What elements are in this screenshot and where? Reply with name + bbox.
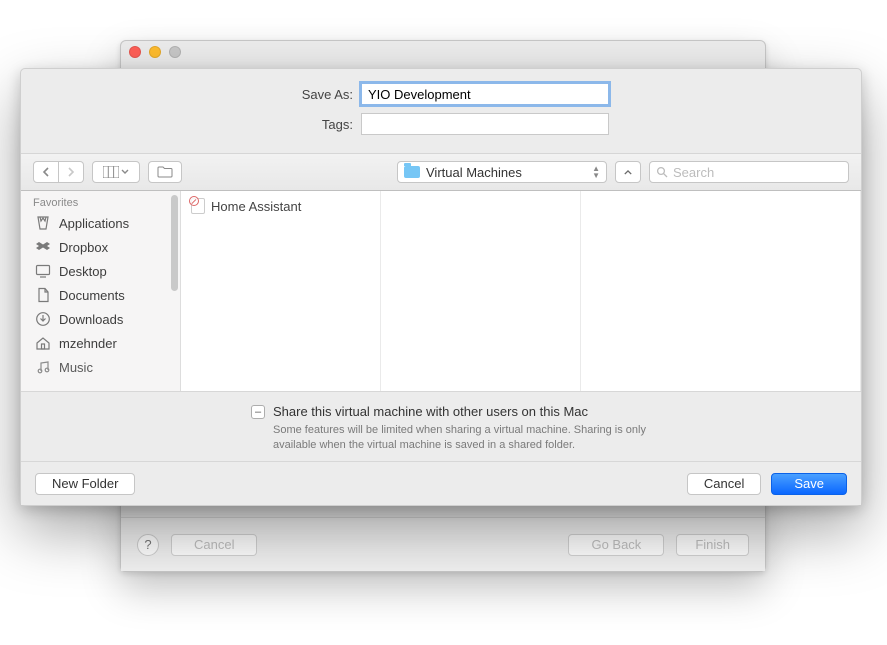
tags-label: Tags: bbox=[21, 117, 361, 132]
share-label: Share this virtual machine with other us… bbox=[273, 404, 588, 419]
column-2 bbox=[381, 191, 581, 391]
search-input[interactable] bbox=[673, 165, 849, 180]
chevron-left-icon bbox=[42, 167, 50, 177]
sidebar-item-downloads[interactable]: Downloads bbox=[21, 307, 180, 331]
sidebar-item-label: mzehnder bbox=[59, 336, 117, 351]
file-browser: Favorites Applications Dropbox Desktop D… bbox=[21, 191, 861, 391]
downloads-icon bbox=[35, 311, 51, 327]
sidebar-item-documents[interactable]: Documents bbox=[21, 283, 180, 307]
view-mode-button[interactable] bbox=[92, 161, 140, 183]
back-button[interactable] bbox=[33, 161, 59, 183]
sidebar-item-label: Music bbox=[59, 360, 93, 375]
columns-icon bbox=[103, 166, 119, 178]
sidebar-item-label: Downloads bbox=[59, 312, 123, 327]
sidebar-item-home[interactable]: mzehnder bbox=[21, 331, 180, 355]
save-button[interactable]: Save bbox=[771, 473, 847, 495]
sheet-footer: New Folder Cancel Save bbox=[21, 461, 861, 505]
zoom-window-icon bbox=[169, 46, 181, 58]
sidebar: Favorites Applications Dropbox Desktop D… bbox=[21, 191, 181, 391]
finish-button: Finish bbox=[676, 534, 749, 556]
save-as-label: Save As: bbox=[21, 87, 361, 102]
sheet-header: Save As: Tags: bbox=[21, 69, 861, 153]
show-items-button[interactable] bbox=[148, 161, 182, 183]
path-select[interactable]: Virtual Machines ▲▼ bbox=[397, 161, 607, 183]
sidebar-item-label: Applications bbox=[59, 216, 129, 231]
search-icon bbox=[656, 166, 668, 178]
path-label: Virtual Machines bbox=[426, 165, 522, 180]
sidebar-item-desktop[interactable]: Desktop bbox=[21, 259, 180, 283]
collapse-button[interactable] bbox=[615, 161, 641, 183]
list-item[interactable]: Home Assistant bbox=[187, 195, 374, 217]
new-folder-button[interactable]: New Folder bbox=[35, 473, 135, 495]
share-checkbox[interactable]: – bbox=[251, 405, 265, 419]
sidebar-item-music[interactable]: Music bbox=[21, 355, 180, 379]
save-sheet: Save As: Tags: Virtual Machines bbox=[20, 68, 862, 506]
titlebar bbox=[121, 41, 765, 63]
sidebar-item-label: Documents bbox=[59, 288, 125, 303]
documents-icon bbox=[35, 287, 51, 303]
sidebar-item-dropbox[interactable]: Dropbox bbox=[21, 235, 180, 259]
stepper-icon: ▲▼ bbox=[592, 165, 600, 179]
parent-footer: Customize Settings ? Cancel Go Back Fini… bbox=[121, 517, 765, 571]
save-as-input[interactable] bbox=[361, 83, 609, 105]
search-field[interactable] bbox=[649, 161, 849, 183]
sidebar-item-label: Desktop bbox=[59, 264, 107, 279]
toolbar: Virtual Machines ▲▼ bbox=[21, 153, 861, 191]
close-window-icon[interactable] bbox=[129, 46, 141, 58]
share-description: Some features will be limited when shari… bbox=[273, 423, 673, 453]
tags-input[interactable] bbox=[361, 113, 609, 135]
home-icon bbox=[35, 335, 51, 351]
minimize-window-icon[interactable] bbox=[149, 46, 161, 58]
parent-cancel-button: Cancel bbox=[171, 534, 257, 556]
folder-icon bbox=[404, 166, 420, 178]
go-back-button: Go Back bbox=[568, 534, 664, 556]
chevron-up-icon bbox=[624, 169, 632, 176]
column-1: Home Assistant bbox=[181, 191, 381, 391]
sidebar-scrollbar[interactable] bbox=[171, 195, 178, 291]
chevron-down-icon bbox=[121, 169, 129, 175]
desktop-icon bbox=[35, 263, 51, 279]
column-3 bbox=[581, 191, 861, 391]
chevron-right-icon bbox=[67, 167, 75, 177]
sidebar-section-header: Favorites bbox=[21, 191, 180, 211]
nav-back-forward bbox=[33, 161, 84, 183]
sidebar-item-label: Dropbox bbox=[59, 240, 108, 255]
list-item-label: Home Assistant bbox=[211, 199, 301, 214]
applications-icon bbox=[35, 215, 51, 231]
forward-button[interactable] bbox=[59, 161, 84, 183]
share-area: – Share this virtual machine with other … bbox=[21, 391, 861, 461]
music-icon bbox=[35, 359, 51, 375]
dropbox-icon bbox=[35, 239, 51, 255]
vm-file-icon bbox=[191, 198, 205, 214]
help-button[interactable]: ? bbox=[137, 534, 159, 556]
sidebar-item-applications[interactable]: Applications bbox=[21, 211, 180, 235]
cancel-button[interactable]: Cancel bbox=[687, 473, 761, 495]
folder-outline-icon bbox=[157, 166, 173, 178]
